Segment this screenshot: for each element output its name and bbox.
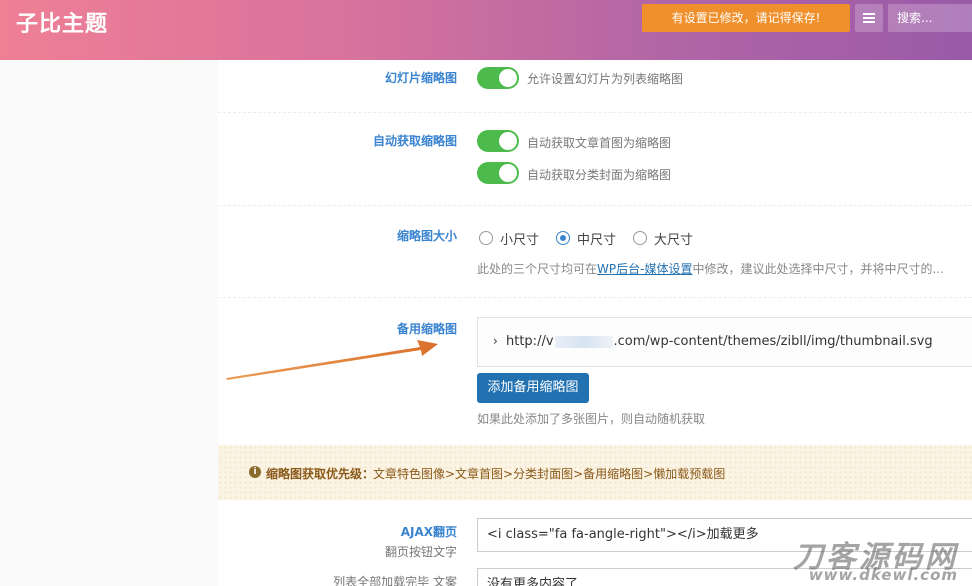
add-backup-thumb-button[interactable]: 添加备用缩略图 <box>477 373 589 403</box>
priority-notice-text: 文章特色图像>文章首图>分类封面图>备用缩略图>懒加载预载图 <box>373 467 726 481</box>
chevron-right-icon: › <box>493 334 498 348</box>
list-menu-icon <box>863 11 875 25</box>
search-input[interactable]: 搜索... <box>888 4 972 32</box>
size-small-radio[interactable] <box>479 231 493 245</box>
auto-first-image-text: 自动获取文章首图为缩略图 <box>527 136 672 150</box>
thumb-size-description: 此处的三个尺寸均可在WP后台-媒体设置中修改，建议此处选择中尺寸，并将中尺寸的.… <box>477 262 944 276</box>
slide-thumb-toggle[interactable] <box>477 67 519 89</box>
media-settings-link[interactable]: WP后台-媒体设置 <box>597 262 692 276</box>
thumb-size-label: 缩略图大小 <box>396 229 457 243</box>
watermark-url: www.dkewl.com <box>808 566 958 584</box>
size-medium-radio[interactable] <box>556 231 570 245</box>
list-done-label: 列表全部加载完毕 文案 <box>333 575 457 586</box>
row-divider <box>218 205 972 206</box>
slide-thumb-toggle-text: 允许设置幻灯片为列表缩略图 <box>527 72 684 86</box>
row-divider <box>218 112 972 113</box>
priority-notice-label: 缩略图获取优先级： <box>266 467 375 481</box>
priority-notice: i 缩略图获取优先级： 文章特色图像>文章首图>分类封面图>备用缩略图>懒加载预… <box>218 445 972 500</box>
backup-thumb-url: http://v .com/wp-content/themes/zibll/img… <box>506 334 933 349</box>
size-large-radio[interactable] <box>633 231 647 245</box>
menu-toggle-button[interactable] <box>855 4 883 32</box>
backup-thumb-item[interactable]: › http://v .com/wp-content/themes/zibll/i… <box>477 317 972 367</box>
unsaved-changes-notice[interactable]: 有设置已修改，请记得保存! <box>642 4 850 32</box>
app-title: 子比主题 <box>16 12 109 37</box>
row-divider <box>218 297 972 298</box>
backup-thumb-label: 备用缩略图 <box>396 322 457 336</box>
slide-thumb-label: 幻灯片缩略图 <box>384 71 457 85</box>
auto-first-image-toggle[interactable] <box>477 130 519 152</box>
info-icon: i <box>249 466 261 478</box>
auto-thumb-label: 自动获取缩略图 <box>372 134 457 148</box>
auto-category-cover-toggle[interactable] <box>477 162 519 184</box>
backup-thumb-description: 如果此处添加了多张图片，则自动随机获取 <box>477 412 706 426</box>
ajax-page-sublabel: 翻页按钮文字 <box>384 545 457 559</box>
top-header: 子比主题 有设置已修改，请记得保存! 搜索... <box>0 0 972 60</box>
blurred-domain <box>554 335 613 348</box>
size-large-label[interactable]: 大尺寸 <box>654 229 693 248</box>
size-medium-label[interactable]: 中尺寸 <box>577 229 616 248</box>
ajax-page-label: AJAX翻页 <box>400 525 457 539</box>
size-small-label[interactable]: 小尺寸 <box>500 229 539 248</box>
auto-category-cover-text: 自动获取分类封面为缩略图 <box>527 168 672 182</box>
settings-sidebar <box>0 60 218 586</box>
